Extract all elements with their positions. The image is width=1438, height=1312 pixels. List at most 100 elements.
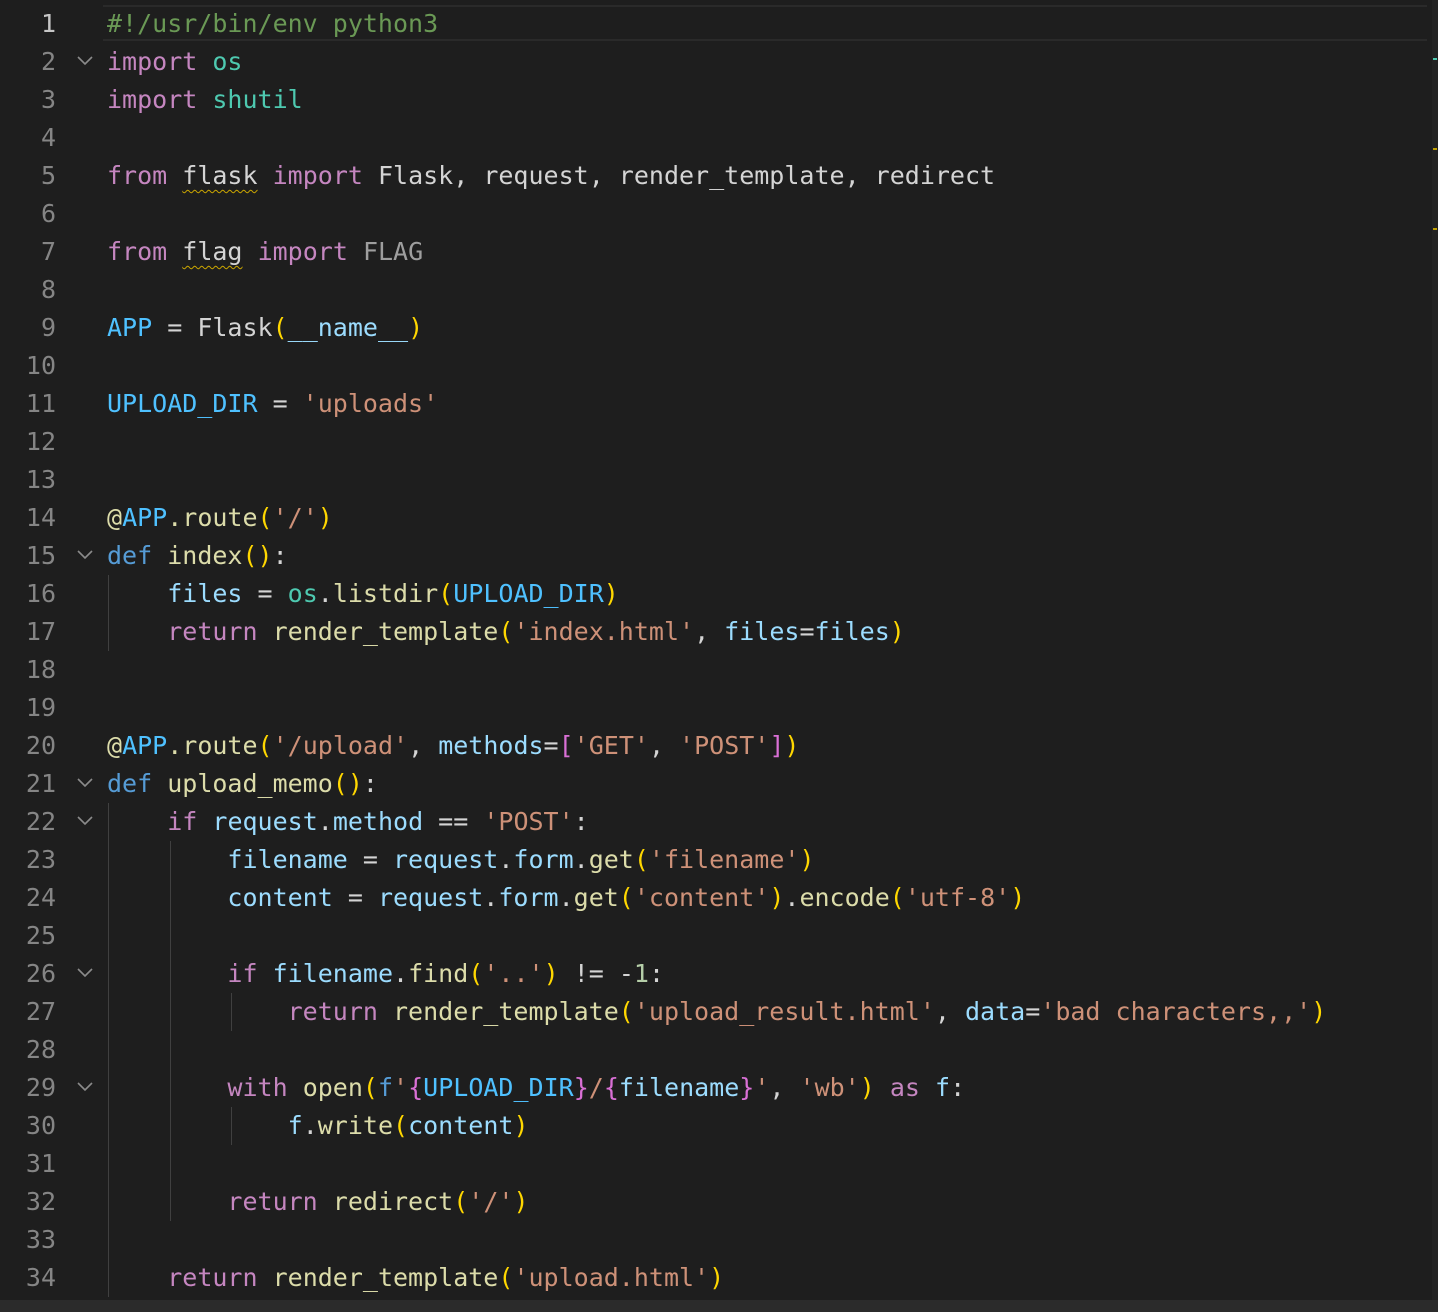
code-line[interactable]: 29 with open(f'{UPLOAD_DIR}/{filename}',… bbox=[0, 1069, 1430, 1107]
code-text[interactable]: #!/usr/bin/env python3 bbox=[107, 5, 438, 43]
code-token: route bbox=[182, 731, 258, 760]
fold-chevron-icon[interactable] bbox=[73, 803, 97, 841]
code-text[interactable]: @APP.route('/') bbox=[107, 499, 333, 537]
code-line[interactable]: 14 @APP.route('/') bbox=[0, 499, 1430, 537]
code-line[interactable]: 20 @APP.route('/upload', methods=['GET', … bbox=[0, 727, 1430, 765]
code-text[interactable]: return render_template('index.html', fil… bbox=[107, 613, 905, 651]
code-token: 1 bbox=[633, 959, 649, 988]
code-token: import bbox=[257, 237, 348, 266]
line-number: 30 bbox=[25, 1111, 56, 1140]
code-text[interactable]: files = os.listdir(UPLOAD_DIR) bbox=[107, 575, 619, 613]
code-text[interactable]: APP = Flask(__name__) bbox=[107, 309, 423, 347]
fold-chevron-icon[interactable] bbox=[73, 537, 97, 575]
code-text[interactable]: content = request.form.get('content').en… bbox=[107, 879, 1025, 917]
code-token: = bbox=[543, 731, 559, 760]
code-text[interactable]: @APP.route('/upload', methods=['GET', 'P… bbox=[107, 727, 799, 765]
code-line[interactable]: 9 APP = Flask(__name__) bbox=[0, 309, 1430, 347]
code-token: 'utf-8' bbox=[904, 883, 1011, 912]
code-text[interactable]: from flask import Flask, request, render… bbox=[107, 157, 995, 195]
code-line[interactable]: 32 return redirect('/') bbox=[0, 1183, 1430, 1221]
code-line[interactable]: 8 bbox=[0, 271, 1430, 309]
code-token: = bbox=[332, 883, 378, 912]
code-token: ( bbox=[618, 997, 634, 1026]
code-line[interactable]: 17 return render_template('index.html', … bbox=[0, 613, 1430, 651]
code-line[interactable]: 27 return render_template('upload_result… bbox=[0, 993, 1430, 1031]
code-line[interactable]: 5 from flask import Flask, request, rende… bbox=[0, 157, 1430, 195]
code-line[interactable]: 28 bbox=[0, 1031, 1430, 1069]
line-number: 23 bbox=[25, 845, 56, 874]
code-token: = bbox=[242, 579, 288, 608]
code-token: ) bbox=[799, 845, 815, 874]
code-token: UPLOAD_DIR bbox=[107, 389, 258, 418]
code-token: = bbox=[347, 845, 393, 874]
code-line[interactable]: 11 UPLOAD_DIR = 'uploads' bbox=[0, 385, 1430, 423]
code-text[interactable]: if filename.find('..') != -1: bbox=[107, 955, 664, 993]
code-line[interactable]: 26 if filename.find('..') != -1: bbox=[0, 955, 1430, 993]
code-line[interactable]: 18 bbox=[0, 651, 1430, 689]
code-line[interactable]: 24 content = request.form.get('content')… bbox=[0, 879, 1430, 917]
code-token: shutil bbox=[212, 85, 303, 114]
code-line[interactable]: 30 f.write(content) bbox=[0, 1107, 1430, 1145]
fold-chevron-icon[interactable] bbox=[73, 765, 97, 803]
line-number: 15 bbox=[25, 541, 56, 570]
code-line[interactable]: 10 bbox=[0, 347, 1430, 385]
code-token: = bbox=[1025, 997, 1041, 1026]
code-line[interactable]: 3 import shutil bbox=[0, 81, 1430, 119]
code-token: encode bbox=[799, 883, 890, 912]
line-number: 22 bbox=[25, 807, 56, 836]
code-line[interactable]: 33 bbox=[0, 1221, 1430, 1259]
code-text[interactable]: def index(): bbox=[107, 537, 288, 575]
code-line[interactable]: 6 bbox=[0, 195, 1430, 233]
fold-chevron-icon[interactable] bbox=[73, 955, 97, 993]
indent-guide bbox=[231, 993, 233, 1031]
code-text[interactable]: return render_template('upload.html') bbox=[107, 1259, 724, 1297]
code-line[interactable]: 4 bbox=[0, 119, 1430, 157]
code-token: ( bbox=[272, 313, 288, 342]
code-text[interactable]: if request.method == 'POST': bbox=[107, 803, 589, 841]
code-line[interactable]: 16 files = os.listdir(UPLOAD_DIR) bbox=[0, 575, 1430, 613]
code-line[interactable]: 23 filename = request.form.get('filename… bbox=[0, 841, 1430, 879]
horizontal-scrollbar[interactable] bbox=[0, 1300, 1438, 1312]
line-number: 4 bbox=[40, 123, 56, 152]
code-line[interactable]: 34 return render_template('upload.html') bbox=[0, 1259, 1430, 1297]
code-token: . bbox=[483, 883, 499, 912]
code-line[interactable]: 1 #!/usr/bin/env python3 bbox=[0, 5, 1430, 43]
code-line[interactable]: 15 def index(): bbox=[0, 537, 1430, 575]
code-line[interactable]: 2 import os bbox=[0, 43, 1430, 81]
code-token: () bbox=[242, 541, 273, 570]
code-token: ) bbox=[408, 313, 424, 342]
code-text[interactable]: def upload_memo(): bbox=[107, 765, 378, 803]
code-line[interactable]: 13 bbox=[0, 461, 1430, 499]
code-token: os bbox=[287, 579, 318, 608]
code-text[interactable]: UPLOAD_DIR = 'uploads' bbox=[107, 385, 438, 423]
code-text[interactable]: import os bbox=[107, 43, 242, 81]
code-text[interactable]: return render_template('upload_result.ht… bbox=[107, 993, 1327, 1031]
vertical-scrollbar[interactable] bbox=[1432, 0, 1438, 1312]
code-line[interactable]: 31 bbox=[0, 1145, 1430, 1183]
code-token: } bbox=[739, 1073, 755, 1102]
fold-chevron-icon[interactable] bbox=[73, 43, 97, 81]
code-token: { bbox=[408, 1073, 424, 1102]
code-token: get bbox=[588, 845, 634, 874]
line-number: 12 bbox=[25, 427, 56, 456]
code-line[interactable]: 7 from flag import FLAG bbox=[0, 233, 1430, 271]
fold-chevron-icon[interactable] bbox=[73, 1069, 97, 1107]
code-text[interactable]: filename = request.form.get('filename') bbox=[107, 841, 815, 879]
code-token: route bbox=[182, 503, 258, 532]
code-line[interactable]: 22 if request.method == 'POST': bbox=[0, 803, 1430, 841]
code-line[interactable]: 19 bbox=[0, 689, 1430, 727]
code-token: f bbox=[287, 1111, 303, 1140]
code-text[interactable]: with open(f'{UPLOAD_DIR}/{filename}', 'w… bbox=[107, 1069, 965, 1107]
code-text[interactable]: from flag import FLAG bbox=[107, 233, 423, 271]
code-line[interactable]: 12 bbox=[0, 423, 1430, 461]
line-number: 3 bbox=[40, 85, 56, 114]
code-line[interactable]: 21 def upload_memo(): bbox=[0, 765, 1430, 803]
code-editor[interactable]: 1 #!/usr/bin/env python3 2 import os 3 import… bbox=[0, 0, 1438, 1312]
code-line[interactable]: 25 bbox=[0, 917, 1430, 955]
code-text[interactable]: import shutil bbox=[107, 81, 303, 119]
